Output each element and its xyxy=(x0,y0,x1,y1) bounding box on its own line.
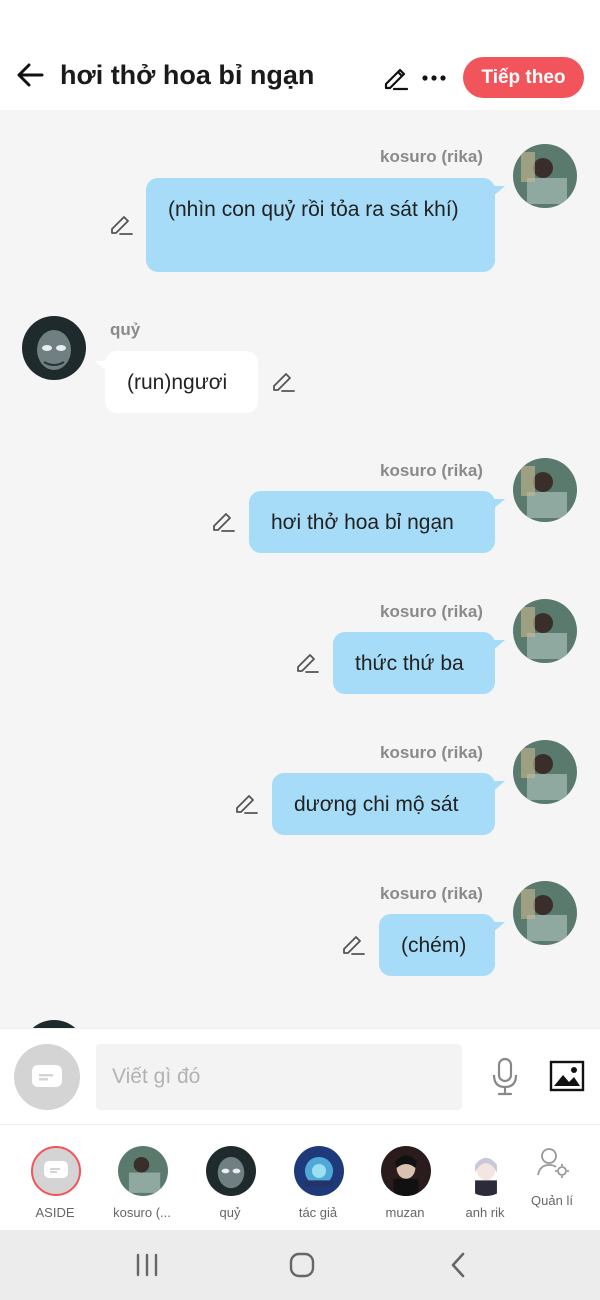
message-input-bar xyxy=(0,1028,600,1124)
character-label: quỷ xyxy=(219,1205,241,1220)
edit-message-icon[interactable] xyxy=(108,211,134,237)
avatar xyxy=(118,1146,168,1196)
sender-name: kosuro (rika) xyxy=(380,884,483,903)
aside-toggle-button[interactable] xyxy=(14,1044,80,1110)
manage-user-icon xyxy=(537,1148,569,1178)
avatar[interactable] xyxy=(513,599,577,663)
character-tac-gia[interactable]: tác giả xyxy=(274,1125,362,1231)
character-kosuro[interactable]: kosuro (... xyxy=(98,1125,186,1231)
character-bar: ASIDE kosuro (... quỷ tác giả muzan anh … xyxy=(0,1124,600,1230)
avatar xyxy=(381,1146,431,1196)
back-arrow-icon[interactable] xyxy=(14,58,48,92)
avatar xyxy=(461,1146,511,1196)
character-aside[interactable]: ASIDE xyxy=(11,1125,99,1231)
message-bubble[interactable]: (chém) xyxy=(379,914,505,976)
avatar[interactable] xyxy=(513,458,577,522)
home-icon[interactable] xyxy=(282,1250,322,1280)
image-icon[interactable] xyxy=(549,1060,585,1092)
avatar[interactable] xyxy=(22,1020,86,1028)
message-bubble[interactable]: hơi thở hoa bỉ ngạn xyxy=(249,491,505,553)
avatar[interactable] xyxy=(513,881,577,945)
edit-pencil-icon[interactable] xyxy=(380,62,410,92)
next-button[interactable]: Tiếp theo xyxy=(463,57,584,98)
recent-apps-icon[interactable] xyxy=(127,1250,167,1280)
avatar xyxy=(206,1146,256,1196)
character-label: tác giả xyxy=(298,1205,338,1220)
aside-icon xyxy=(31,1146,81,1196)
sender-name: kosuro (rika) xyxy=(380,743,483,762)
edit-message-icon[interactable] xyxy=(210,508,236,534)
system-back-icon[interactable] xyxy=(438,1250,478,1280)
avatar[interactable] xyxy=(513,144,577,208)
sender-name: quỷ xyxy=(110,320,141,339)
character-label: muzan xyxy=(385,1205,425,1220)
chat-area[interactable]: kosuro (rika) (nhìn con quỷ rồi tỏa ra s… xyxy=(0,110,600,1028)
edit-message-icon[interactable] xyxy=(270,368,296,394)
character-quy[interactable]: quỷ xyxy=(186,1125,274,1231)
avatar[interactable] xyxy=(513,740,577,804)
sender-name: kosuro (rika) xyxy=(380,461,483,480)
message-bubble[interactable]: (run)ngươi xyxy=(95,351,258,413)
edit-message-icon[interactable] xyxy=(294,649,320,675)
edit-message-icon[interactable] xyxy=(233,790,259,816)
message-bubble[interactable]: dương chi mộ sát xyxy=(272,773,505,835)
message-input[interactable] xyxy=(96,1044,462,1110)
character-label: ASIDE xyxy=(35,1205,75,1220)
edit-message-icon[interactable] xyxy=(340,931,366,957)
manage-button[interactable]: Quản lí xyxy=(508,1125,596,1231)
message-bubble[interactable]: thức thứ ba xyxy=(333,632,505,694)
microphone-icon[interactable] xyxy=(489,1057,521,1097)
chat-bubble-icon xyxy=(32,1065,62,1087)
sender-name: kosuro (rika) xyxy=(380,602,483,621)
more-options-icon[interactable] xyxy=(420,64,448,92)
message-bubble[interactable]: (nhìn con quỷ rồi tỏa ra sát khí) xyxy=(146,178,505,272)
character-label: Quản lí xyxy=(531,1193,573,1208)
avatar[interactable] xyxy=(22,316,86,380)
avatar xyxy=(294,1146,344,1196)
top-bar: hơi thở hoa bỉ ngạn Tiếp theo xyxy=(0,0,600,110)
page-title: hơi thở hoa bỉ ngạn xyxy=(60,60,315,90)
system-navigation-bar xyxy=(0,1230,600,1300)
character-muzan[interactable]: muzan xyxy=(361,1125,449,1231)
character-label: kosuro (... xyxy=(113,1205,171,1220)
sender-name: kosuro (rika) xyxy=(380,147,483,166)
